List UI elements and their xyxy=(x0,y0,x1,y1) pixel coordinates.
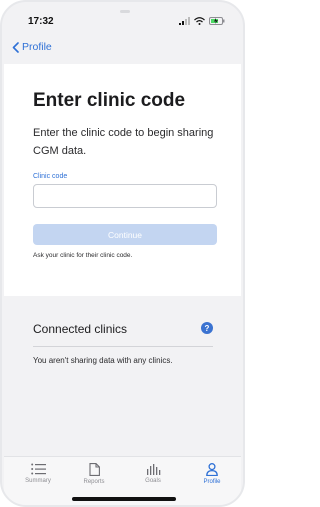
empty-clinics-message: You aren't sharing data with any clinics… xyxy=(33,356,173,365)
help-icon[interactable]: ? xyxy=(201,322,213,334)
status-bar: 17:32 xyxy=(2,14,243,32)
navigation-bar: Profile xyxy=(2,38,243,60)
wifi-icon xyxy=(194,17,205,25)
cellular-signal-icon xyxy=(179,17,190,25)
page-subtitle: Enter the clinic code to begin sharing C… xyxy=(33,127,214,157)
document-icon xyxy=(88,463,100,476)
tab-profile[interactable]: Profile xyxy=(184,463,240,485)
connected-clinics-section: Connected clinics ? You aren't sharing d… xyxy=(4,296,241,456)
tab-summary[interactable]: Summary xyxy=(10,463,66,484)
tab-goals-label: Goals xyxy=(145,478,161,484)
clinic-code-card: Enter clinic code Enter the clinic code … xyxy=(4,64,241,296)
clinic-code-label: Clinic code xyxy=(33,173,68,180)
divider xyxy=(33,346,213,347)
clinic-code-input[interactable] xyxy=(33,184,217,208)
tab-profile-label: Profile xyxy=(203,479,221,485)
page-title: Enter clinic code xyxy=(33,90,186,111)
bar-chart-icon xyxy=(146,464,160,475)
home-indicator xyxy=(72,497,176,501)
back-button[interactable]: Profile xyxy=(12,41,52,53)
helper-text: Ask your clinic for their clinic code. xyxy=(33,252,133,259)
tab-reports[interactable]: Reports xyxy=(66,463,122,485)
status-icons xyxy=(179,17,225,25)
person-icon xyxy=(206,463,218,476)
list-icon xyxy=(30,463,46,475)
tab-reports-label: Reports xyxy=(83,479,105,485)
tab-summary-label: Summary xyxy=(25,478,51,484)
status-time: 17:32 xyxy=(28,16,54,27)
speaker-notch xyxy=(120,10,130,13)
back-label: Profile xyxy=(22,41,52,53)
phone-frame: 17:32 Profile Enter clinic code Enter th… xyxy=(0,0,245,507)
tab-goals[interactable]: Goals xyxy=(125,463,181,484)
connected-clinics-title: Connected clinics xyxy=(33,322,128,336)
battery-charging-icon xyxy=(209,17,225,25)
continue-button[interactable]: Continue xyxy=(33,224,217,245)
chevron-left-icon xyxy=(12,41,19,53)
